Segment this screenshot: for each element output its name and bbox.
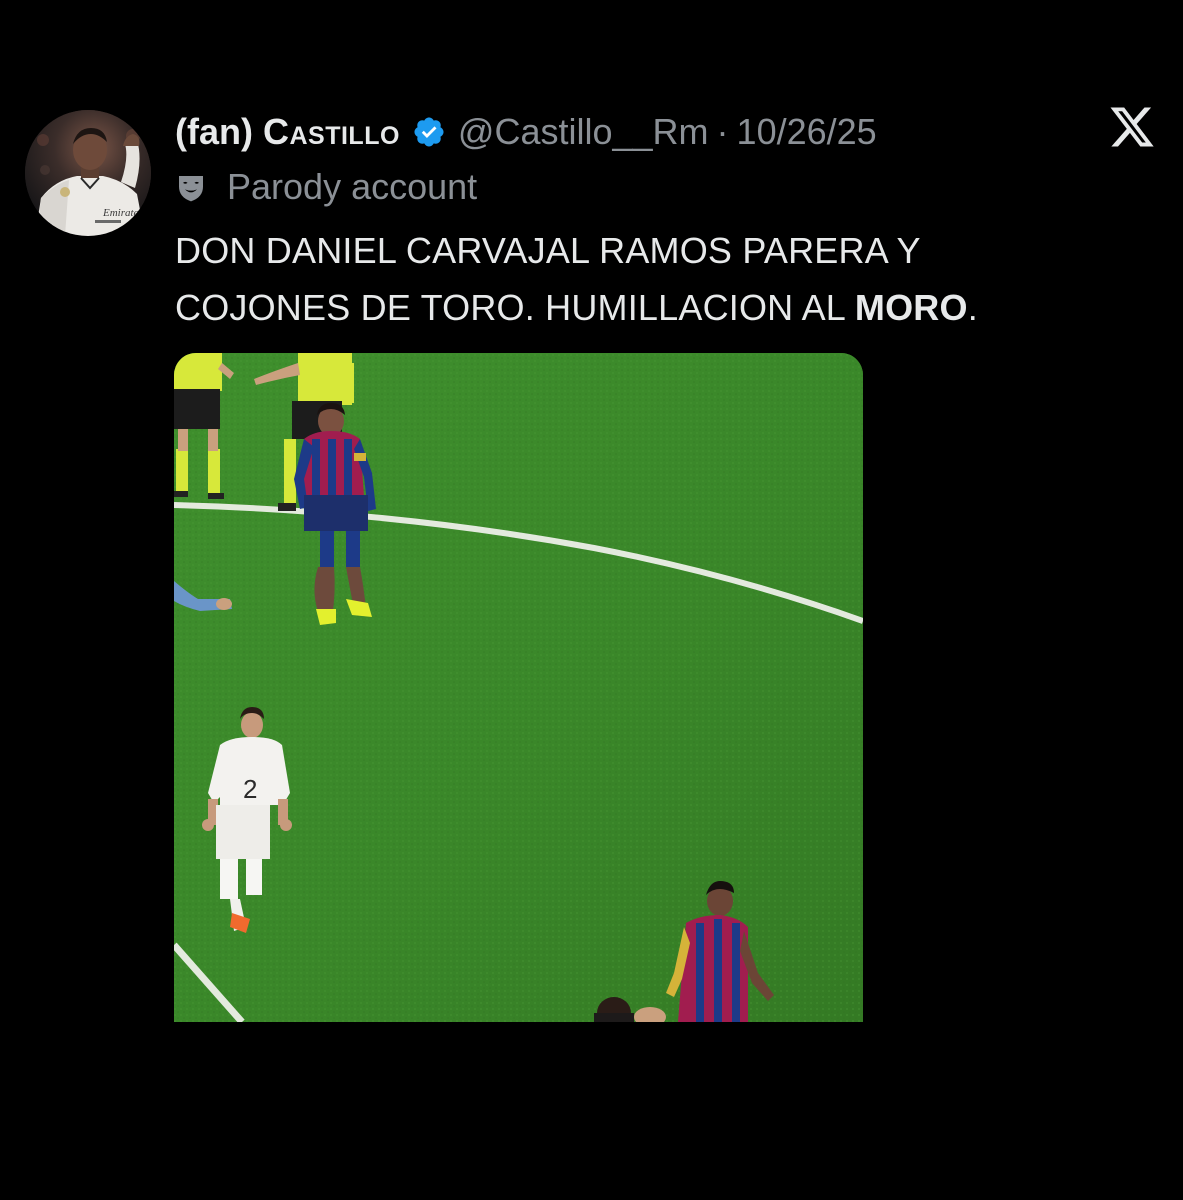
tweet-header: (fan) Castillo @Castillo__Rm · 10/26/25 [175, 110, 877, 154]
player-number: 2 [243, 774, 257, 804]
separator-dot: · [716, 111, 729, 152]
tweet-media-video[interactable]: 2 [174, 353, 863, 1022]
tweet-text-bold-word: MORO [854, 287, 968, 328]
avatar-image: Emirates [25, 110, 151, 236]
tweet-text: DON DANIEL CARVAJAL RAMOS PARERA Y COJON… [175, 222, 1135, 336]
parody-mask-icon [175, 171, 207, 203]
tweet-text-line-2-start: COJONES DE TORO. HUMILLACION AL [175, 287, 855, 328]
tweet-text-line-1: DON DANIEL CARVAJAL RAMOS PARERA Y [175, 230, 921, 271]
video-frame: 2 [174, 353, 863, 1022]
user-handle[interactable]: @Castillo__Rm [458, 111, 709, 153]
tweet-text-line-2-end: . [967, 287, 978, 328]
verified-badge-icon [412, 115, 446, 149]
display-name-main: Castillo [262, 111, 400, 152]
display-name[interactable]: (fan) Castillo [175, 111, 400, 153]
display-name-prefix: (fan) [175, 111, 263, 152]
avatar[interactable]: Emirates [25, 110, 151, 236]
x-logo-icon[interactable] [1108, 103, 1156, 151]
tweet-date[interactable]: 10/26/25 [737, 111, 877, 153]
tweet-text-line-2: COJONES DE TORO. HUMILLACION AL MORO. [175, 279, 1135, 336]
tweet-card[interactable]: Emirates (fan) Castillo @Castillo__Rm · … [0, 0, 1183, 1200]
parody-label-text: Parody account [227, 166, 478, 207]
avatar-jersey-text: Emirates [102, 207, 143, 219]
parody-label: Parody account [175, 166, 477, 208]
